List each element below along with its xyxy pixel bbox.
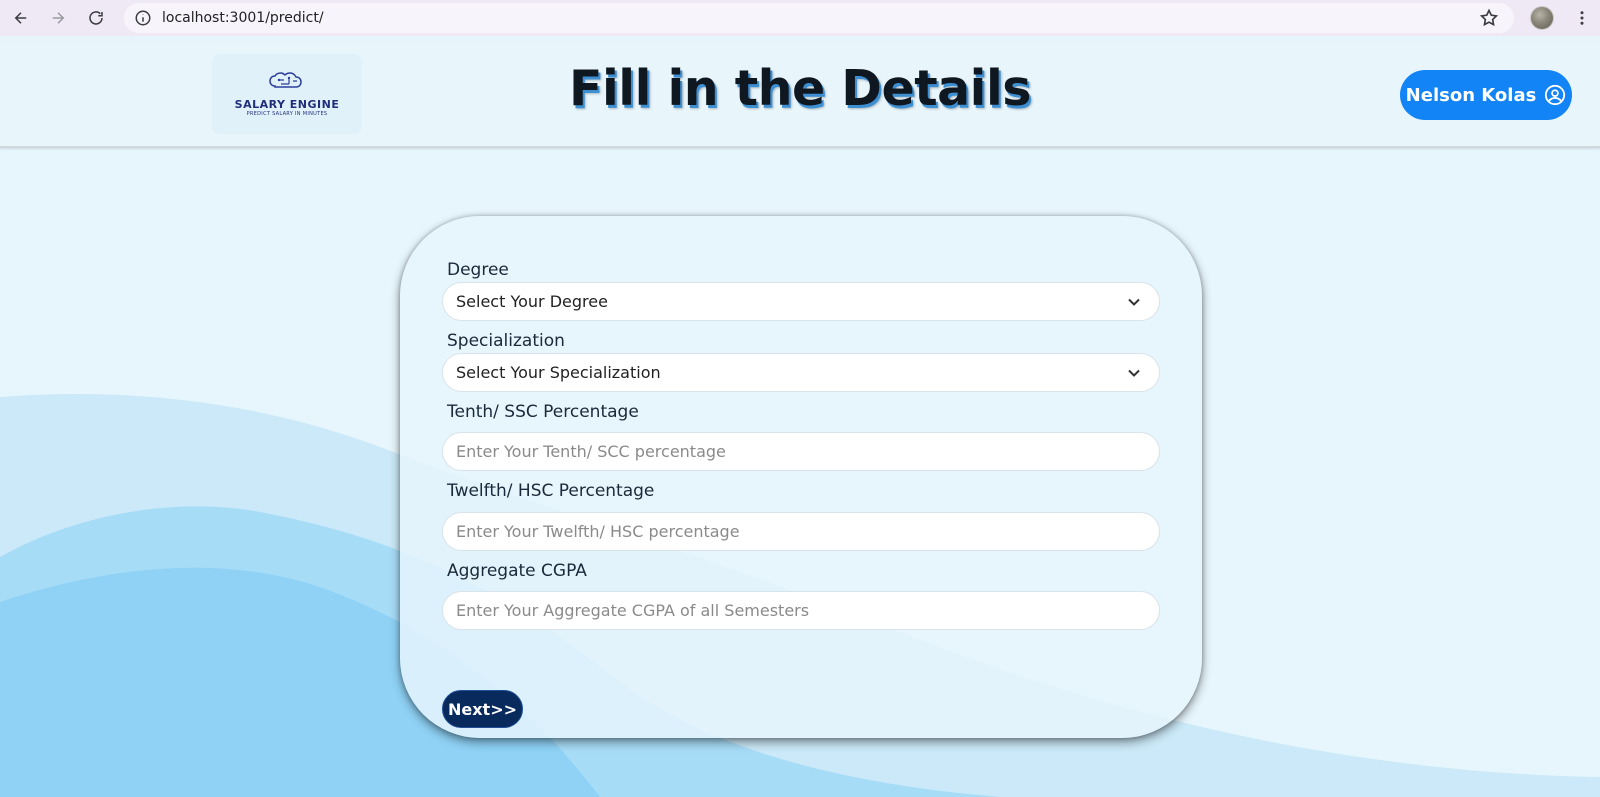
tenth-percentage-label: Tenth/ SSC Percentage <box>447 402 639 422</box>
aggregate-cgpa-placeholder: Enter Your Aggregate CGPA of all Semeste… <box>456 601 810 620</box>
specialization-select-value: Select Your Specialization <box>456 363 661 382</box>
aggregate-cgpa-input[interactable]: Enter Your Aggregate CGPA of all Semeste… <box>442 591 1160 630</box>
chevron-down-icon <box>1127 295 1141 309</box>
tenth-percentage-placeholder: Enter Your Tenth/ SCC percentage <box>456 442 726 461</box>
chevron-down-icon <box>1127 366 1141 380</box>
twelfth-percentage-label: Twelfth/ HSC Percentage <box>447 481 655 501</box>
user-profile-button[interactable]: Nelson Kolas <box>1400 70 1572 120</box>
twelfth-percentage-input[interactable]: Enter Your Twelfth/ HSC percentage <box>442 512 1160 551</box>
details-form: Degree Select Your Degree Specialization… <box>400 216 1202 738</box>
degree-label: Degree <box>447 260 509 280</box>
info-icon[interactable] <box>134 9 152 27</box>
logo-tagline: PREDICT SALARY IN MINUTES <box>246 110 328 117</box>
logo[interactable]: SALARY ENGINE PREDICT SALARY IN MINUTES <box>212 54 362 134</box>
url-text[interactable]: localhost:3001/predict/ <box>162 10 324 26</box>
page-title: Fill in the Details <box>569 60 1031 117</box>
tenth-percentage-input[interactable]: Enter Your Tenth/ SCC percentage <box>442 432 1160 471</box>
brain-logo-icon <box>269 71 302 88</box>
star-icon[interactable] <box>1478 7 1500 29</box>
logo-title: SALARY ENGINE <box>234 97 340 111</box>
twelfth-percentage-placeholder: Enter Your Twelfth/ HSC percentage <box>456 522 740 541</box>
specialization-select[interactable]: Select Your Specialization <box>442 353 1160 392</box>
degree-select-value: Select Your Degree <box>456 292 608 311</box>
page: SALARY ENGINE PREDICT SALARY IN MINUTES … <box>0 42 1600 797</box>
browser-profile-avatar[interactable] <box>1530 6 1554 30</box>
back-icon[interactable] <box>9 6 33 30</box>
browser-toolbar: localhost:3001/predict/ <box>0 0 1600 36</box>
next-button[interactable]: Next>> <box>442 690 523 728</box>
user-circle-icon <box>1544 84 1566 106</box>
reload-icon[interactable] <box>84 6 108 30</box>
forward-icon[interactable] <box>46 6 70 30</box>
degree-select[interactable]: Select Your Degree <box>442 282 1160 321</box>
kebab-menu-icon[interactable] <box>1572 6 1592 30</box>
address-bar[interactable]: localhost:3001/predict/ <box>124 3 1514 33</box>
user-name: Nelson Kolas <box>1405 84 1537 106</box>
site-header: SALARY ENGINE PREDICT SALARY IN MINUTES … <box>0 42 1600 148</box>
aggregate-cgpa-label: Aggregate CGPA <box>447 561 587 581</box>
specialization-label: Specialization <box>447 331 565 351</box>
